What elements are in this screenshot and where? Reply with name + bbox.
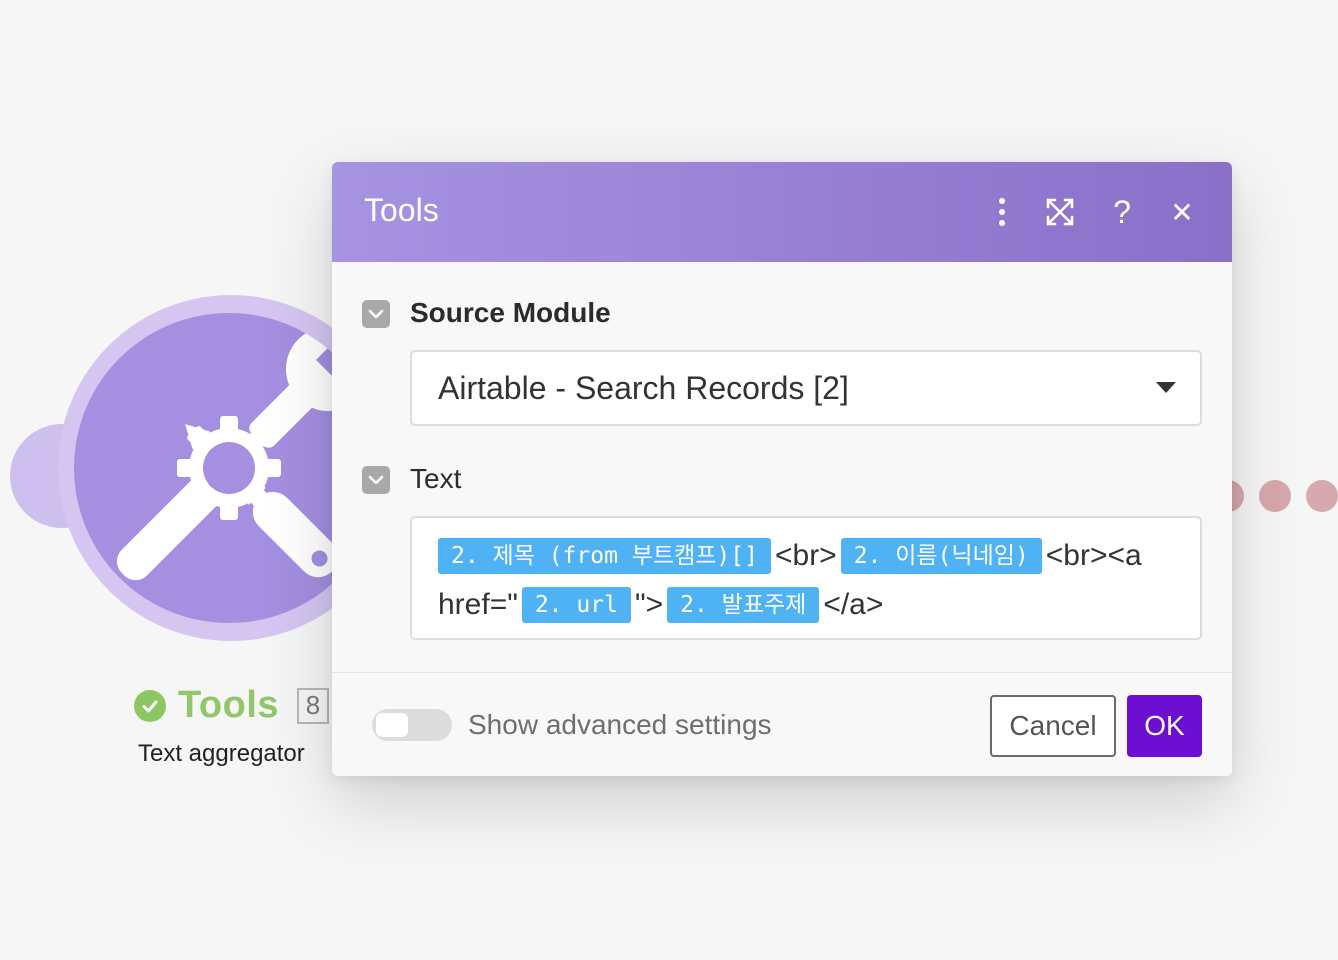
mapped-variable-pill[interactable]: 2. 제목 (from 부트캠프)[] — [438, 538, 771, 575]
source-module-select[interactable]: Airtable - Search Records [2] — [410, 350, 1202, 426]
expand-icon — [1046, 198, 1074, 226]
mapped-variable-pill[interactable]: 2. url — [521, 587, 631, 624]
more-options-button[interactable] — [982, 192, 1022, 232]
chevron-down-icon — [368, 475, 384, 485]
text-segment: </a> — [823, 588, 884, 622]
text-label: Text — [410, 463, 462, 494]
advanced-settings-label: Show advanced settings — [468, 709, 772, 740]
text-collapse-toggle[interactable] — [362, 466, 390, 494]
advanced-settings-toggle[interactable] — [372, 709, 452, 741]
text-segment: <br> — [774, 539, 837, 573]
text-segment: "> — [634, 588, 664, 622]
caret-down-icon — [1156, 382, 1176, 393]
route-dot — [1259, 480, 1291, 512]
close-button[interactable]: ✕ — [1162, 192, 1202, 232]
check-circle-icon — [134, 689, 166, 722]
source-module-collapse-toggle[interactable] — [362, 300, 390, 328]
text-input[interactable]: 2. 제목 (from 부트캠프)[] <br> 2. 이름(닉네임) <br><a … — [410, 516, 1202, 640]
help-icon: ? — [1113, 193, 1131, 230]
toggle-knob — [376, 713, 408, 737]
mapped-variable-pill[interactable]: 2. 이름(닉네임) — [840, 538, 1042, 575]
module-name: Tools — [178, 684, 280, 726]
source-module-value: Airtable - Search Records [2] — [438, 370, 849, 406]
cancel-button[interactable]: Cancel — [990, 695, 1116, 757]
more-vertical-icon — [999, 198, 1005, 226]
module-label: Tools 8 — [134, 684, 330, 727]
mapped-variable-pill[interactable]: 2. 발표주제 — [667, 587, 820, 624]
ok-button[interactable]: OK — [1127, 695, 1202, 757]
dialog-footer: Show advanced settings Cancel OK — [332, 672, 1232, 776]
route-dot — [1306, 480, 1338, 512]
chevron-down-icon — [368, 309, 384, 319]
close-icon: ✕ — [1170, 196, 1194, 228]
dialog-header: Tools ? ✕ — [332, 162, 1232, 262]
module-settings-dialog: Tools ? ✕ Source Module Airtable - Searc… — [332, 162, 1232, 776]
module-subtitle: Text aggregator — [138, 740, 305, 767]
help-button[interactable]: ? — [1102, 192, 1142, 232]
dialog-title: Tools — [364, 192, 439, 228]
expand-button[interactable] — [1040, 192, 1080, 232]
module-id-badge: 8 — [297, 687, 330, 724]
source-module-label: Source Module — [410, 297, 611, 328]
